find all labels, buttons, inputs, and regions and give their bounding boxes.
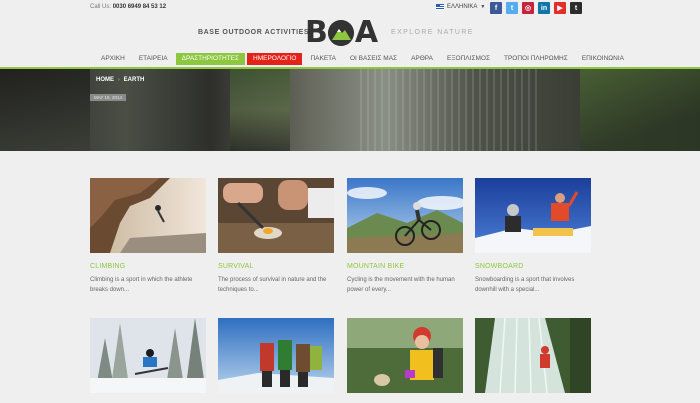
card-title[interactable]: CLIMBING — [90, 263, 206, 270]
nav-item-1[interactable]: ΕΤΑΙΡΕΙΑ — [133, 53, 174, 65]
nav-item-8[interactable]: ΤΡΟΠΟΙ ΠΛΗΡΩΜΗΣ — [498, 53, 574, 65]
card-title[interactable]: MOUNTAIN BIKE — [347, 263, 463, 270]
trekking-image[interactable] — [347, 318, 463, 393]
instagram-icon[interactable]: ◎ — [522, 2, 534, 14]
card-description: Climbing is a sport in which the athlete… — [90, 277, 193, 293]
card-description: Snowboarding is a sport that involves do… — [475, 277, 575, 293]
contact-phone: Call Us: 0030 6949 84 53 12 — [90, 4, 166, 10]
survival-image[interactable] — [218, 178, 334, 253]
hero-waterfall — [360, 69, 540, 151]
hiking-image[interactable] — [218, 318, 334, 393]
nav-item-7[interactable]: ΕΞΟΠΛΙΣΜΟΣ — [441, 53, 496, 65]
snowboard-image[interactable] — [475, 178, 591, 253]
climbing-image[interactable] — [90, 178, 206, 253]
ski-image[interactable] — [90, 318, 206, 393]
activity-card-climbing[interactable]: CLIMBING Climbing is a sport in which th… — [90, 178, 206, 295]
slogan: EXPLORE NATURE — [391, 29, 474, 36]
hero-foliage-center — [230, 69, 290, 151]
facebook-icon[interactable]: f — [490, 2, 502, 14]
activity-card-mountain-bike[interactable]: MOUNTAIN BIKE Cycling is the movement wi… — [347, 178, 463, 295]
card-description: Cycling is the movement with the human p… — [347, 277, 455, 293]
logo-letter-a: A — [354, 15, 378, 50]
hero-foliage-left — [0, 69, 90, 151]
card-title[interactable]: SURVIVAL — [218, 263, 334, 270]
mountain-logo-icon — [327, 20, 354, 46]
activity-card-canyoning[interactable] — [475, 318, 591, 393]
greek-flag-icon — [436, 4, 444, 10]
breadcrumb-separator: › — [118, 77, 120, 83]
nav-item-2[interactable]: ΔΡΑΣΤΗΡΙΟΤΗΤΕΣ — [175, 53, 246, 65]
activity-card-ski[interactable] — [90, 318, 206, 393]
activity-card-survival[interactable]: SURVIVAL The process of survival in natu… — [218, 178, 334, 295]
chevron-down-icon: ▼ — [480, 4, 486, 10]
card-description: The process of survival in nature and th… — [218, 277, 327, 293]
activity-card-snowboard[interactable]: SNOWBOARD Snowboarding is a sport that i… — [475, 178, 591, 295]
phone-number[interactable]: 0030 6949 84 53 12 — [113, 4, 166, 10]
nav-item-5[interactable]: ΟΙ ΒΑΣΕΙΣ ΜΑΣ — [344, 53, 403, 65]
date-badge: MAY 19, 2014 — [90, 94, 126, 101]
breadcrumb-home[interactable]: HOME — [96, 77, 114, 83]
nav-item-4[interactable]: ΠΑΚΕΤΑ — [304, 53, 342, 65]
breadcrumb-current: EARTH — [123, 77, 145, 83]
tumblr-icon[interactable]: t — [570, 2, 582, 14]
site-header: BASE OUTDOOR ACTIVITIES B A EXPLORE NATU… — [0, 15, 700, 50]
language-selector[interactable]: ΕΛΛΗΝΙΚΑ ▼ — [436, 4, 485, 10]
main-navigation: ΑΡΧΙΚΗ ΕΤΑΙΡΕΙΑ ΔΡΑΣΤΗΡΙΟΤΗΤΕΣ ΗΜΕΡΟΛΟΓΙΟ ΠΑ… — [95, 53, 632, 65]
tagline: BASE OUTDOOR ACTIVITIES — [198, 29, 310, 36]
social-links: f t ◎ in ▶ t — [490, 2, 582, 14]
site-logo[interactable]: B A — [305, 15, 378, 50]
activity-card-trekking[interactable] — [347, 318, 463, 393]
mountain-bike-image[interactable] — [347, 178, 463, 253]
twitter-icon[interactable]: t — [506, 2, 518, 14]
canyoning-image[interactable] — [475, 318, 591, 393]
logo-letter-b: B — [305, 15, 328, 50]
activity-card-hiking[interactable] — [218, 318, 334, 393]
nav-item-9[interactable]: ΕΠΙΚΟΙΝΩΝΙΑ — [576, 53, 630, 65]
language-label: ΕΛΛΗΝΙΚΑ — [447, 4, 478, 10]
breadcrumb: HOME › EARTH — [96, 77, 144, 83]
hero-foliage-right — [580, 69, 700, 151]
call-label: Call Us: — [90, 4, 112, 10]
linkedin-icon[interactable]: in — [538, 2, 550, 14]
youtube-icon[interactable]: ▶ — [554, 2, 566, 14]
card-title[interactable]: SNOWBOARD — [475, 263, 591, 270]
nav-item-3[interactable]: ΗΜΕΡΟΛΟΓΙΟ — [247, 53, 303, 65]
nav-item-6[interactable]: ΑΡΘΡΑ — [405, 53, 439, 65]
top-bar: Call Us: 0030 6949 84 53 12 ΕΛΛΗΝΙΚΑ ▼ f… — [0, 0, 700, 15]
nav-item-0[interactable]: ΑΡΧΙΚΗ — [95, 53, 131, 65]
